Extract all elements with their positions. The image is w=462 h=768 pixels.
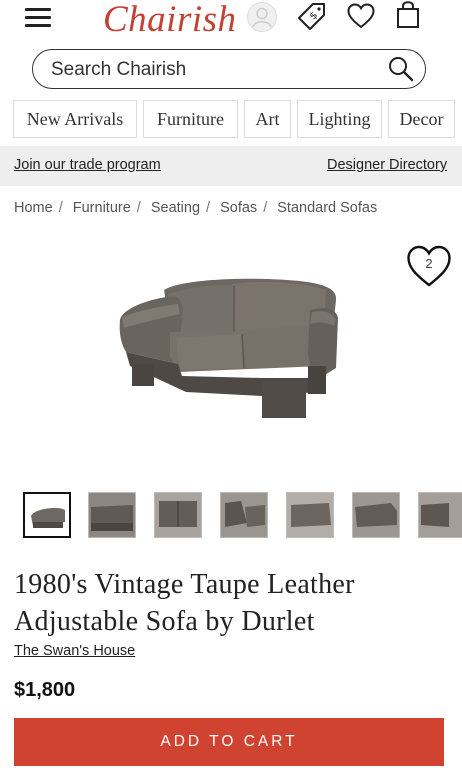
product-main-image[interactable] <box>112 268 344 428</box>
breadcrumb-furniture[interactable]: Furniture <box>73 200 131 216</box>
thumbnail-6[interactable] <box>352 492 400 538</box>
trade-bar: Join our trade program Designer Director… <box>0 146 462 186</box>
category-new-arrivals[interactable]: New Arrivals <box>13 100 137 138</box>
breadcrumb-home[interactable]: Home <box>14 200 53 216</box>
heart-icon[interactable] <box>347 3 375 29</box>
header: Chairish $ <box>0 0 462 40</box>
user-avatar-icon[interactable] <box>246 1 278 33</box>
breadcrumb-standard-sofas[interactable]: Standard Sofas <box>277 200 377 216</box>
category-art[interactable]: Art <box>244 100 291 138</box>
favorite-button[interactable]: 2 <box>406 244 452 288</box>
add-to-cart-button[interactable]: ADD TO CART <box>14 718 444 766</box>
trade-program-link[interactable]: Join our trade program <box>14 157 161 173</box>
breadcrumb-sofas[interactable]: Sofas <box>220 200 257 216</box>
hamburger-menu-icon[interactable] <box>25 8 51 28</box>
designer-directory-link[interactable]: Designer Directory <box>327 157 447 173</box>
thumbnail-1[interactable] <box>23 492 71 538</box>
search-input[interactable]: Search Chairish <box>51 59 186 81</box>
search-icon[interactable] <box>387 55 415 83</box>
thumbnail-4[interactable] <box>220 492 268 538</box>
category-nav: New Arrivals Furniture Art Lighting Deco… <box>13 100 462 140</box>
favorite-count: 2 <box>425 256 433 271</box>
product-title: 1980's Vintage Taupe Leather Adjustable … <box>14 569 355 637</box>
shopping-bag-icon[interactable] <box>396 1 420 29</box>
search-bar[interactable]: Search Chairish <box>32 49 426 89</box>
category-lighting[interactable]: Lighting <box>297 100 382 138</box>
product-price: $1,800 <box>14 679 76 701</box>
thumbnail-3[interactable] <box>154 492 202 538</box>
breadcrumb: Home / Furniture / Seating / Sofas / Standar… <box>14 200 378 216</box>
thumbnail-strip <box>0 492 462 540</box>
category-decor[interactable]: Decor <box>388 100 455 138</box>
thumbnail-2[interactable] <box>88 492 136 538</box>
thumbnail-7[interactable] <box>418 492 462 538</box>
category-furniture[interactable]: Furniture <box>143 100 238 138</box>
chairish-logo[interactable]: Chairish <box>103 0 237 41</box>
seller-link[interactable]: The Swan's House <box>14 643 135 659</box>
breadcrumb-seating[interactable]: Seating <box>151 200 200 216</box>
price-tag-icon[interactable]: $ <box>298 2 326 30</box>
thumbnail-5[interactable] <box>286 492 334 538</box>
